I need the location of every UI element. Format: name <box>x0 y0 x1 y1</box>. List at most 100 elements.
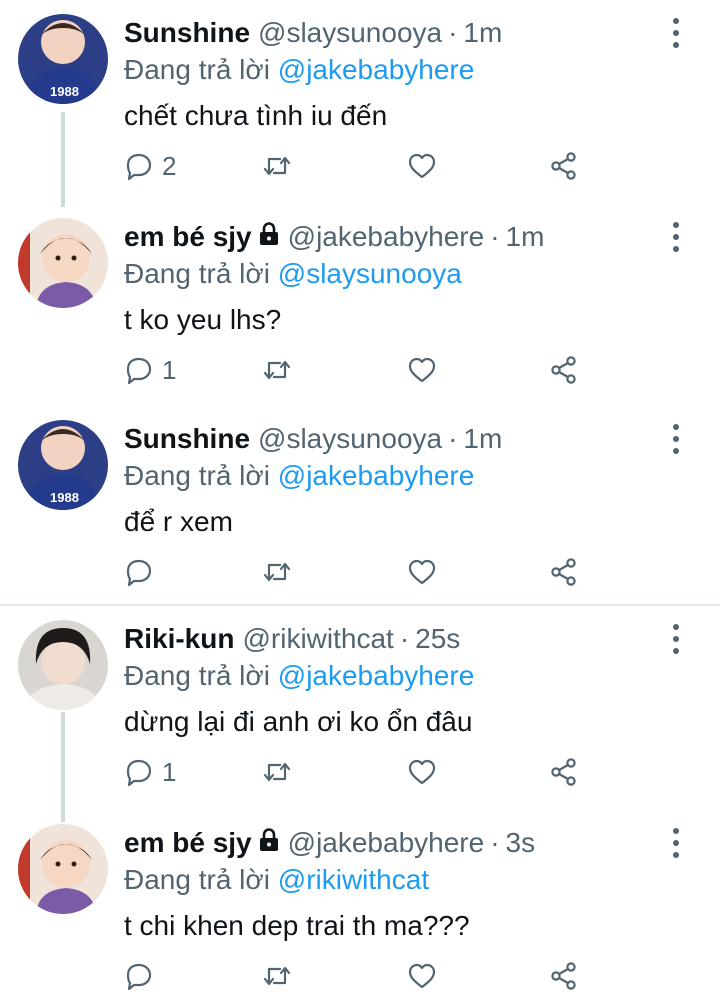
user-handle[interactable]: @slaysunooya <box>258 423 442 455</box>
avatar[interactable] <box>18 620 108 710</box>
replying-handle[interactable]: @jakebabyhere <box>278 660 475 691</box>
reply-button[interactable]: 1 <box>124 348 176 392</box>
heart-icon <box>408 559 436 585</box>
reply-icon <box>126 559 152 587</box>
user-handle[interactable]: @slaysunooya <box>258 17 442 49</box>
retweet-button[interactable] <box>262 750 300 794</box>
reply-button[interactable] <box>124 550 162 594</box>
replying-label: Đang trả lời <box>124 660 270 691</box>
retweet-button[interactable] <box>262 954 300 998</box>
share-button[interactable] <box>549 954 579 998</box>
heart-icon <box>408 153 436 179</box>
replying-handle[interactable]: @slaysunooya <box>278 258 462 289</box>
action-bar: 1 <box>124 750 594 794</box>
avatar[interactable]: 1988 <box>18 14 108 104</box>
display-name[interactable]: Riki-kun <box>124 623 234 655</box>
display-name[interactable]: em bé sjy <box>124 827 252 859</box>
retweet-icon <box>263 762 291 782</box>
tweet-text: t chi khen dep trai th ma??? <box>124 910 470 941</box>
tweet[interactable]: em bé sjy @jakebabyhere · 3s Đang trả lờ… <box>0 810 720 1004</box>
replying-to: Đang trả lời @rikiwithcat <box>124 864 429 896</box>
tweet-text: dừng lại đi anh ơi ko ổn đâu <box>124 706 473 737</box>
tweet[interactable]: 1988 Sunshine @slaysunooya · 1m Đang trả… <box>0 0 720 204</box>
like-button[interactable] <box>407 550 445 594</box>
more-icon[interactable] <box>666 624 686 654</box>
tweet[interactable]: 1988 Sunshine @slaysunooya · 1m Đang trả… <box>0 406 720 604</box>
replying-label: Đang trả lời <box>124 460 270 491</box>
more-icon[interactable] <box>666 424 686 454</box>
user-handle[interactable]: @jakebabyhere <box>288 827 485 859</box>
timestamp[interactable]: 25s <box>415 623 460 655</box>
share-button[interactable] <box>549 750 579 794</box>
tweet-header: Sunshine @slaysunooya · 1m <box>124 14 502 52</box>
heart-icon <box>408 759 436 785</box>
tweet[interactable]: Riki-kun @rikiwithcat · 25s Đang trả lời… <box>0 606 720 810</box>
reply-icon <box>126 357 152 385</box>
display-name[interactable]: Sunshine <box>124 17 250 49</box>
separator-dot: · <box>490 827 500 858</box>
tweet-text: để r xem <box>124 506 233 537</box>
svg-text:1988: 1988 <box>50 490 79 505</box>
reply-button[interactable]: 2 <box>124 144 176 188</box>
separator-dot: · <box>490 221 500 252</box>
action-bar <box>124 550 594 594</box>
share-button[interactable] <box>549 348 579 392</box>
replying-to: Đang trả lời @jakebabyhere <box>124 660 474 692</box>
like-button[interactable] <box>407 144 445 188</box>
replying-label: Đang trả lời <box>124 864 270 895</box>
reply-button[interactable] <box>124 954 162 998</box>
replying-to: Đang trả lời @slaysunooya <box>124 258 462 290</box>
separator-dot: · <box>399 623 410 654</box>
svg-text:1988: 1988 <box>50 84 79 99</box>
tweet-header: Riki-kun @rikiwithcat · 25s <box>124 620 460 658</box>
replying-to: Đang trả lời @jakebabyhere <box>124 460 474 492</box>
timestamp[interactable]: 1m <box>463 423 502 455</box>
separator-dot: · <box>448 17 458 48</box>
user-handle[interactable]: @rikiwithcat <box>242 623 393 655</box>
share-icon <box>551 152 576 180</box>
share-button[interactable] <box>549 144 579 188</box>
share-icon <box>551 758 576 786</box>
timestamp[interactable]: 3s <box>506 827 536 859</box>
like-button[interactable] <box>407 954 445 998</box>
timestamp[interactable]: 1m <box>463 17 502 49</box>
replying-handle[interactable]: @rikiwithcat <box>278 864 429 895</box>
user-handle[interactable]: @jakebabyhere <box>288 221 485 253</box>
reply-icon <box>126 759 152 787</box>
avatar[interactable] <box>18 218 108 308</box>
reply-count: 2 <box>162 150 177 181</box>
reply-count: 1 <box>162 756 177 787</box>
display-name[interactable]: em bé sjy <box>124 221 252 253</box>
separator-dot: · <box>448 423 458 454</box>
replying-handle[interactable]: @jakebabyhere <box>278 54 475 85</box>
retweet-button[interactable] <box>262 144 300 188</box>
retweet-icon <box>263 966 291 986</box>
like-button[interactable] <box>407 750 445 794</box>
avatar[interactable] <box>18 824 108 914</box>
replying-label: Đang trả lời <box>124 54 270 85</box>
share-icon <box>551 558 576 586</box>
action-bar: 1 <box>124 348 594 392</box>
tweet[interactable]: em bé sjy @jakebabyhere · 1m Đang trả lờ… <box>0 204 720 408</box>
retweet-button[interactable] <box>262 348 300 392</box>
heart-icon <box>408 963 436 989</box>
more-icon[interactable] <box>666 222 686 252</box>
more-icon[interactable] <box>666 828 686 858</box>
retweet-icon <box>263 360 291 380</box>
display-name[interactable]: Sunshine <box>124 423 250 455</box>
replying-label: Đang trả lời <box>124 258 270 289</box>
lock-icon <box>258 221 280 253</box>
replying-handle[interactable]: @jakebabyhere <box>278 460 475 491</box>
reply-button[interactable]: 1 <box>124 750 176 794</box>
more-icon[interactable] <box>666 18 686 48</box>
heart-icon <box>408 357 436 383</box>
share-button[interactable] <box>549 550 579 594</box>
reply-icon <box>126 963 152 991</box>
retweet-button[interactable] <box>262 550 300 594</box>
tweet-text: t ko yeu lhs? <box>124 304 282 335</box>
tweet-text: chết chưa tình iu đến <box>124 100 388 131</box>
retweet-icon <box>263 562 291 582</box>
avatar[interactable]: 1988 <box>18 420 108 510</box>
timestamp[interactable]: 1m <box>506 221 545 253</box>
like-button[interactable] <box>407 348 445 392</box>
